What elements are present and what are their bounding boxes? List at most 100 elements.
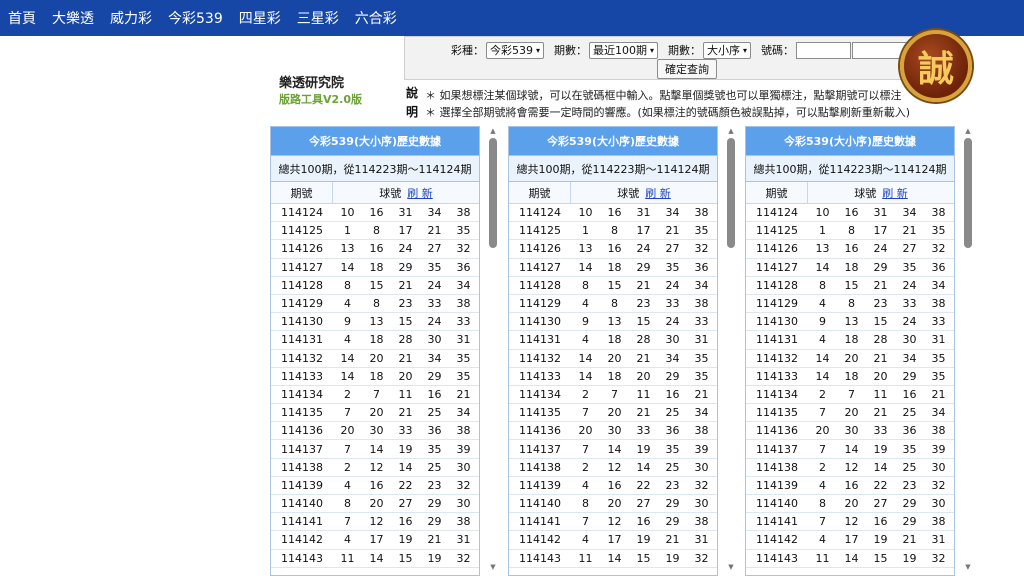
ball-number[interactable]: 32: [449, 242, 478, 255]
period-number[interactable]: 114128: [271, 279, 333, 292]
ball-number[interactable]: 30: [687, 461, 716, 474]
ball-number[interactable]: 17: [837, 533, 866, 546]
ball-number[interactable]: 29: [391, 261, 420, 274]
ball-number[interactable]: 29: [420, 515, 449, 528]
panel-2-scrollbar[interactable]: ▲ ▼: [726, 126, 736, 576]
ball-number[interactable]: 29: [866, 261, 895, 274]
ball-number[interactable]: 16: [362, 206, 391, 219]
ball-number[interactable]: 16: [837, 206, 866, 219]
period-number[interactable]: 114141: [509, 515, 571, 528]
ball-number[interactable]: 38: [449, 424, 478, 437]
ball-number[interactable]: 16: [391, 515, 420, 528]
ball-number[interactable]: 20: [391, 370, 420, 383]
period-number[interactable]: 114141: [271, 515, 333, 528]
ball-number[interactable]: 7: [808, 406, 837, 419]
ball-number[interactable]: 13: [333, 242, 362, 255]
ball-number[interactable]: 14: [333, 370, 362, 383]
ball-number[interactable]: 39: [687, 443, 716, 456]
ball-number[interactable]: 20: [600, 497, 629, 510]
ball-number[interactable]: 16: [362, 242, 391, 255]
ball-number[interactable]: 14: [600, 552, 629, 565]
ball-number[interactable]: 24: [895, 315, 924, 328]
ball-number[interactable]: 19: [895, 552, 924, 565]
ball-number[interactable]: 30: [924, 461, 953, 474]
ball-number[interactable]: 38: [687, 515, 716, 528]
period-number[interactable]: 114132: [271, 352, 333, 365]
period-number[interactable]: 114141: [746, 515, 808, 528]
ball-number[interactable]: 16: [600, 206, 629, 219]
ball-number[interactable]: 14: [600, 443, 629, 456]
ball-number[interactable]: 18: [837, 370, 866, 383]
scroll-up-icon[interactable]: ▲: [726, 126, 736, 136]
scroll-thumb[interactable]: [727, 138, 735, 248]
nav-539[interactable]: 今彩539: [168, 8, 223, 28]
ball-number[interactable]: 16: [866, 515, 895, 528]
ball-number[interactable]: 8: [362, 224, 391, 237]
ball-number[interactable]: 4: [333, 297, 362, 310]
ball-number[interactable]: 35: [895, 261, 924, 274]
ball-number[interactable]: 21: [658, 533, 687, 546]
ball-number[interactable]: 20: [837, 406, 866, 419]
period-number[interactable]: 114126: [509, 242, 571, 255]
ball-number[interactable]: 34: [420, 352, 449, 365]
ball-number[interactable]: 28: [391, 333, 420, 346]
ball-number[interactable]: 30: [924, 497, 953, 510]
ball-number[interactable]: 14: [837, 552, 866, 565]
ball-number[interactable]: 18: [362, 333, 391, 346]
period-number[interactable]: 114137: [746, 443, 808, 456]
ball-number[interactable]: 18: [600, 370, 629, 383]
ball-number[interactable]: 14: [571, 261, 600, 274]
ball-number[interactable]: 15: [866, 552, 895, 565]
ball-number[interactable]: 33: [420, 297, 449, 310]
ball-number[interactable]: 29: [895, 497, 924, 510]
ball-number[interactable]: 32: [687, 242, 716, 255]
ball-number[interactable]: 35: [449, 352, 478, 365]
period-number[interactable]: 114138: [271, 461, 333, 474]
ball-number[interactable]: 15: [362, 279, 391, 292]
panel-1-scrollbar[interactable]: ▲ ▼: [488, 126, 498, 576]
ball-number[interactable]: 36: [924, 261, 953, 274]
scroll-down-icon[interactable]: ▼: [963, 562, 973, 572]
ball-number[interactable]: 35: [895, 443, 924, 456]
ball-number[interactable]: 35: [449, 370, 478, 383]
ball-number[interactable]: 36: [658, 424, 687, 437]
ball-number[interactable]: 21: [687, 388, 716, 401]
ball-number[interactable]: 25: [420, 406, 449, 419]
ball-number[interactable]: 7: [837, 388, 866, 401]
ball-number[interactable]: 25: [658, 461, 687, 474]
ball-number[interactable]: 28: [866, 333, 895, 346]
ball-number[interactable]: 14: [571, 352, 600, 365]
ball-number[interactable]: 15: [391, 552, 420, 565]
nav-home[interactable]: 首頁: [8, 8, 36, 28]
ball-number[interactable]: 35: [687, 370, 716, 383]
ball-number[interactable]: 27: [866, 497, 895, 510]
period-number[interactable]: 114138: [746, 461, 808, 474]
period-number[interactable]: 114127: [271, 261, 333, 274]
ball-number[interactable]: 29: [658, 370, 687, 383]
ball-number[interactable]: 34: [420, 206, 449, 219]
panel-3-scrollbar[interactable]: ▲ ▼: [963, 126, 973, 576]
ball-number[interactable]: 7: [600, 388, 629, 401]
period-number[interactable]: 114139: [509, 479, 571, 492]
ball-number[interactable]: 21: [420, 533, 449, 546]
period-number[interactable]: 114134: [271, 388, 333, 401]
ball-number[interactable]: 34: [895, 352, 924, 365]
period-number[interactable]: 114140: [746, 497, 808, 510]
ball-number[interactable]: 21: [866, 352, 895, 365]
ball-number[interactable]: 24: [420, 279, 449, 292]
ball-number[interactable]: 28: [629, 333, 658, 346]
ball-number[interactable]: 7: [808, 515, 837, 528]
ball-number[interactable]: 7: [362, 388, 391, 401]
ball-number[interactable]: 34: [687, 279, 716, 292]
ball-number[interactable]: 36: [895, 424, 924, 437]
ball-number[interactable]: 8: [837, 297, 866, 310]
period-number[interactable]: 114131: [509, 333, 571, 346]
period-number[interactable]: 114138: [509, 461, 571, 474]
period-number[interactable]: 114125: [746, 224, 808, 237]
ball-number[interactable]: 20: [600, 352, 629, 365]
ball-number[interactable]: 15: [629, 315, 658, 328]
period-number[interactable]: 114137: [509, 443, 571, 456]
scroll-thumb[interactable]: [964, 138, 972, 248]
ball-number[interactable]: 7: [808, 443, 837, 456]
period-number[interactable]: 114133: [271, 370, 333, 383]
